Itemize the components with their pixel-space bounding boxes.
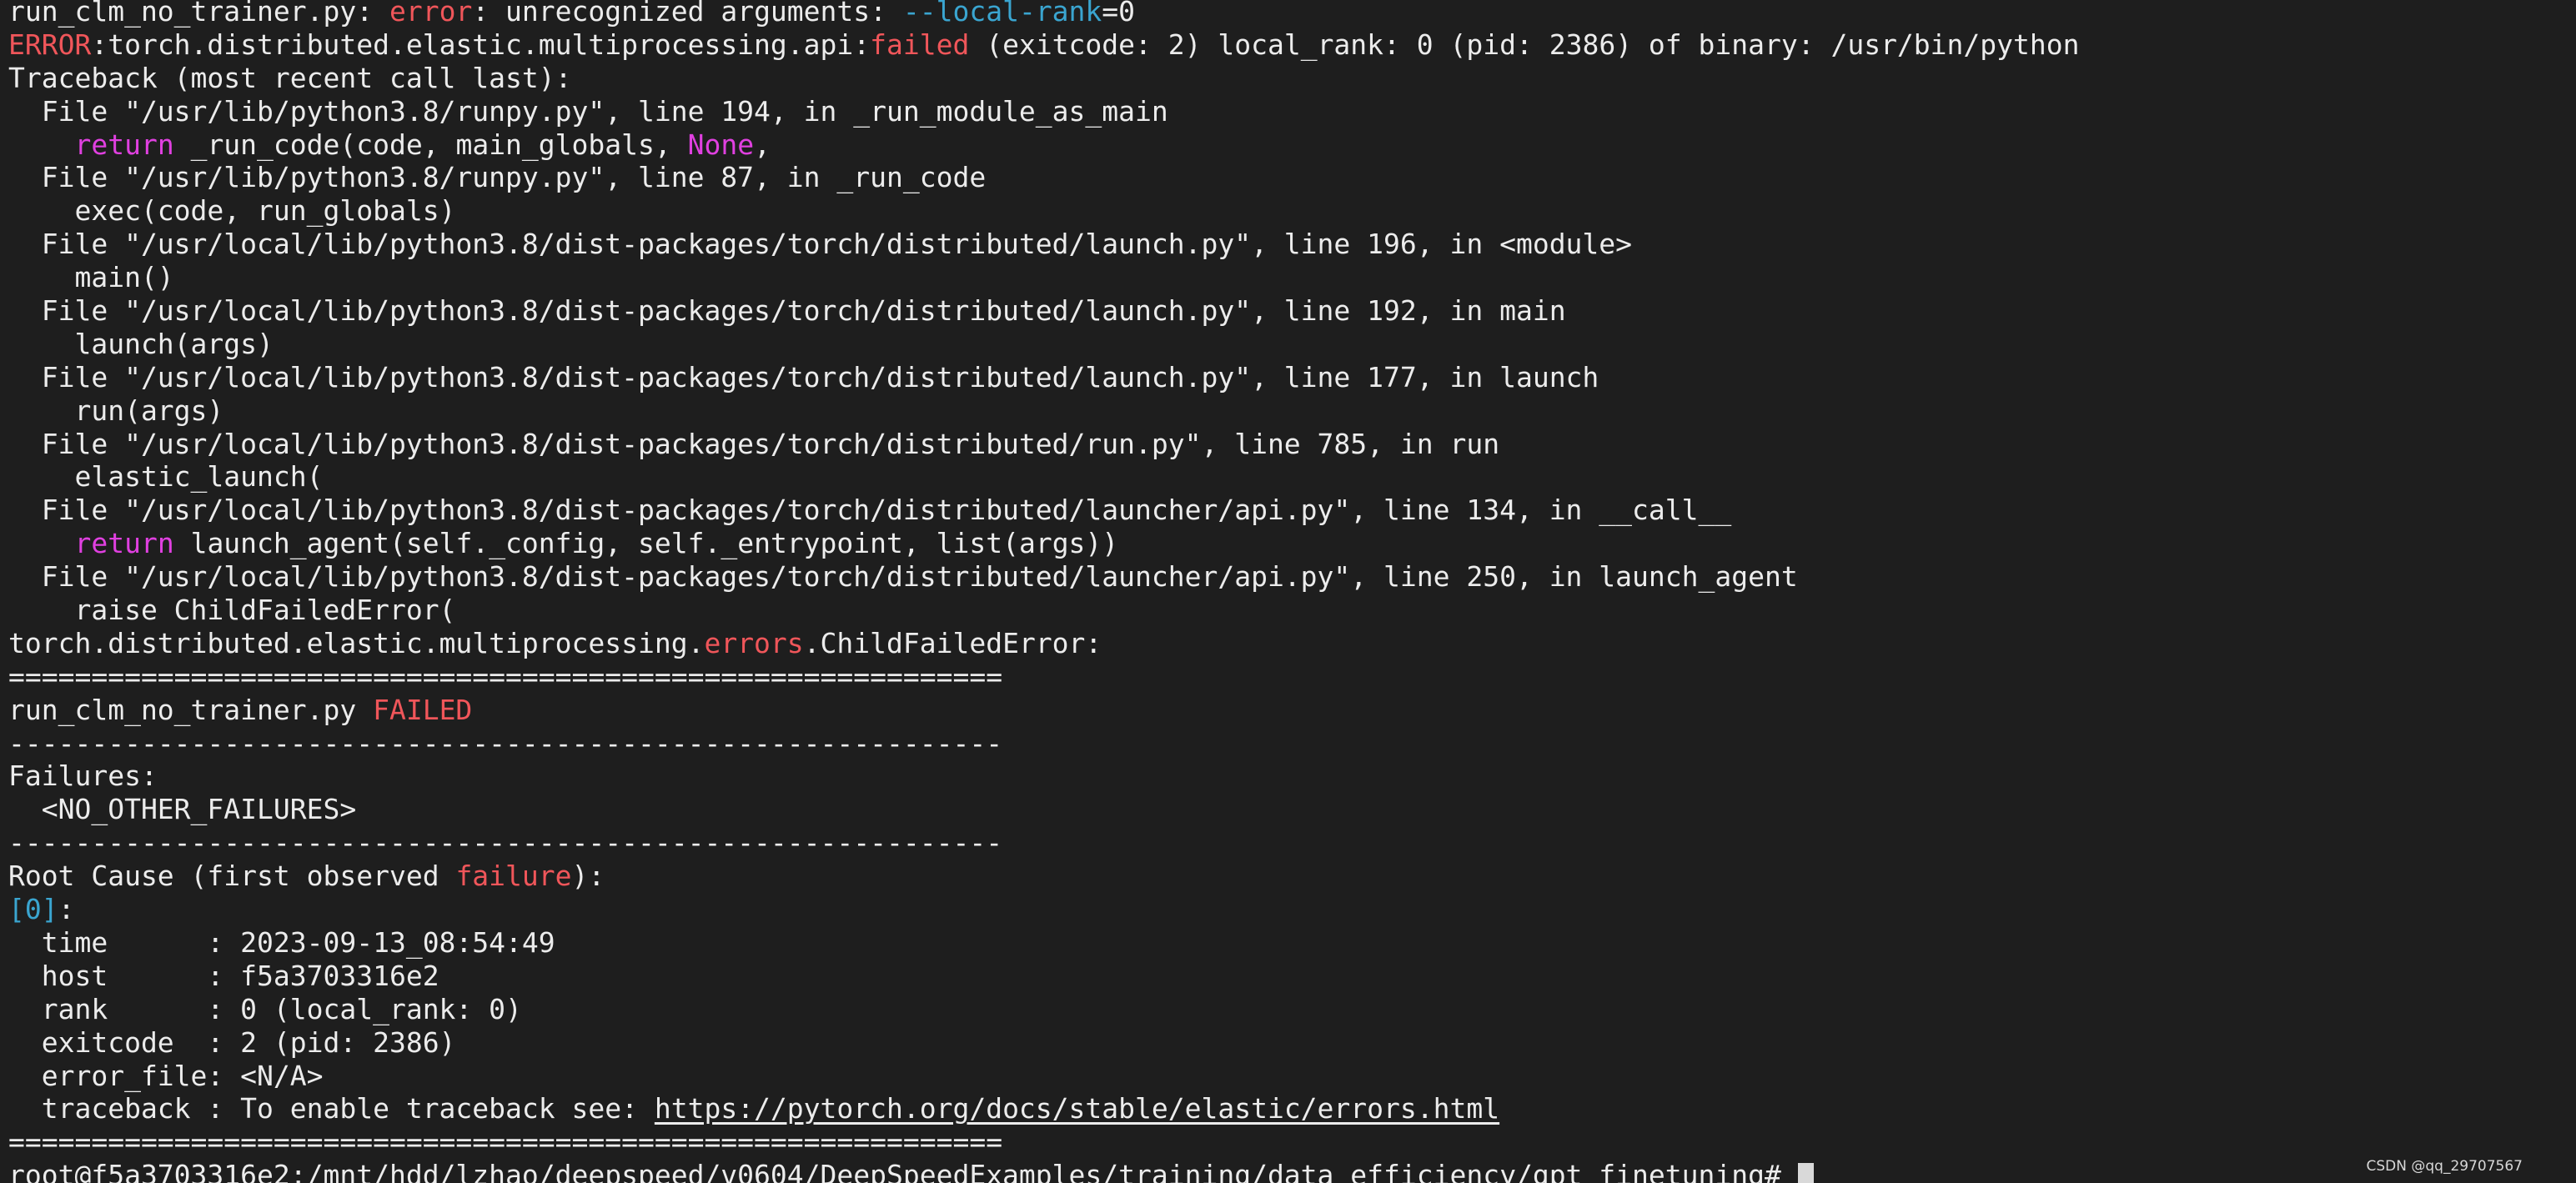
- terminal-line: return _run_code(code, main_globals, Non…: [8, 128, 2079, 162]
- terminal-line: rank : 0 (local_rank: 0): [8, 993, 2079, 1026]
- terminal-line: time : 2023-09-13_08:54:49: [8, 926, 2079, 960]
- csdn-watermark: CSDN @qq_29707567: [2366, 1158, 2523, 1175]
- terminal-text-segment: root@f5a3703316e2:/mnt/hdd/lzhao/deepspe…: [8, 1159, 1798, 1183]
- terminal-line: File "/usr/local/lib/python3.8/dist-pack…: [8, 294, 2079, 328]
- terminal-text-segment: elastic_launch(: [8, 460, 324, 494]
- terminal-line: File "/usr/local/lib/python3.8/dist-pack…: [8, 228, 2079, 261]
- terminal-text-segment: .ChildFailedError:: [803, 626, 1102, 659]
- terminal-line: exitcode : 2 (pid: 2386): [8, 1026, 2079, 1060]
- terminal-text-segment: ----------------------------------------…: [8, 826, 1003, 860]
- terminal-text-segment: failure: [455, 860, 572, 893]
- terminal-text-segment: File "/usr/local/lib/python3.8/dist-pack…: [8, 228, 1633, 261]
- terminal-text-segment: : unrecognized arguments:: [472, 0, 903, 28]
- terminal-line: File "/usr/local/lib/python3.8/dist-pack…: [8, 494, 2079, 527]
- terminal-line: run(args): [8, 394, 2079, 428]
- terminal-line: traceback : To enable traceback see: htt…: [8, 1092, 2079, 1125]
- terminal-text-segment: raise ChildFailedError(: [8, 594, 456, 627]
- terminal-text-segment: rank : 0 (local_rank: 0): [8, 992, 522, 1025]
- terminal-text-segment: exitcode : 2 (pid: 2386): [8, 1025, 456, 1059]
- terminal-line: ========================================…: [8, 660, 2079, 694]
- terminal-line: error_file: <N/A>: [8, 1060, 2079, 1093]
- terminal-line: root@f5a3703316e2:/mnt/hdd/lzhao/deepspe…: [8, 1159, 2079, 1183]
- terminal-text-segment: File "/usr/local/lib/python3.8/dist-pack…: [8, 294, 1566, 328]
- terminal-text-segment: Failures:: [8, 759, 158, 793]
- terminal-cursor: [1797, 1163, 1814, 1183]
- terminal-text-segment: --local-rank: [902, 0, 1102, 28]
- terminal-text-segment: torch.distributed.elastic.multiprocessin…: [8, 626, 705, 659]
- terminal-line: [0]:: [8, 893, 2079, 926]
- terminal-text-segment: run_clm_no_trainer.py: [8, 693, 374, 726]
- terminal-output: run_clm_no_trainer.py: error: unrecogniz…: [8, 0, 2079, 1183]
- terminal-text-segment: return: [74, 527, 174, 560]
- terminal-line: exec(code, run_globals): [8, 194, 2079, 228]
- terminal-text-segment: Traceback (most recent call last):: [8, 61, 572, 94]
- terminal-line: File "/usr/lib/python3.8/runpy.py", line…: [8, 161, 2079, 194]
- terminal-line: File "/usr/local/lib/python3.8/dist-pack…: [8, 361, 2079, 394]
- terminal-text-segment: failed: [870, 28, 970, 61]
- terminal-line: File "/usr/lib/python3.8/runpy.py", line…: [8, 95, 2079, 128]
- terminal-text-segment: <NO_OTHER_FAILURES>: [8, 793, 357, 826]
- terminal-line: elastic_launch(: [8, 460, 2079, 494]
- terminal-text-segment: exec(code, run_globals): [8, 194, 456, 228]
- terminal-text-segment: return: [74, 128, 174, 161]
- terminal-text-segment: ========================================…: [8, 1125, 1003, 1159]
- terminal-line: run_clm_no_trainer.py: error: unrecogniz…: [8, 0, 2079, 28]
- terminal-line: File "/usr/local/lib/python3.8/dist-pack…: [8, 560, 2079, 594]
- terminal-text-segment: traceback : To enable traceback see:: [8, 1092, 655, 1125]
- terminal-text-segment: launch_agent(self._config, self._entrypo…: [173, 527, 1119, 560]
- terminal-text-segment: errors: [704, 626, 804, 659]
- terminal-text-segment: _run_code(code, main_globals,: [173, 128, 688, 161]
- terminal-text-segment: run(args): [8, 393, 224, 427]
- traceback-docs-link[interactable]: https://pytorch.org/docs/stable/elastic/…: [655, 1092, 1499, 1125]
- terminal-text-segment: ----------------------------------------…: [8, 726, 1003, 759]
- terminal-window[interactable]: run_clm_no_trainer.py: error: unrecogniz…: [0, 0, 2576, 1183]
- terminal-text-segment: ,: [754, 128, 771, 161]
- terminal-line: Root Cause (first observed failure):: [8, 860, 2079, 893]
- terminal-line: Failures:: [8, 759, 2079, 793]
- terminal-line: launch(args): [8, 328, 2079, 361]
- terminal-text-segment: FAILED: [373, 693, 473, 726]
- terminal-line: ----------------------------------------…: [8, 727, 2079, 760]
- terminal-text-segment: time : 2023-09-13_08:54:49: [8, 925, 555, 959]
- terminal-text-segment: File "/usr/lib/python3.8/runpy.py", line…: [8, 94, 1168, 128]
- terminal-line: <NO_OTHER_FAILURES>: [8, 793, 2079, 826]
- terminal-text-segment: Root Cause (first observed: [8, 860, 456, 893]
- terminal-text-segment: :torch.distributed.elastic.multiprocessi…: [91, 28, 871, 61]
- terminal-text-segment: error: [389, 0, 473, 28]
- terminal-line: ========================================…: [8, 1125, 2079, 1159]
- terminal-text-segment: ERROR: [8, 28, 92, 61]
- terminal-text-segment: File "/usr/local/lib/python3.8/dist-pack…: [8, 427, 1500, 460]
- terminal-line: raise ChildFailedError(: [8, 594, 2079, 627]
- terminal-line: ERROR:torch.distributed.elastic.multipro…: [8, 28, 2079, 62]
- terminal-text-segment: File "/usr/local/lib/python3.8/dist-pack…: [8, 494, 1732, 527]
- terminal-text-segment: main(): [8, 261, 174, 294]
- terminal-text-segment: run_clm_no_trainer.py:: [8, 0, 389, 28]
- terminal-line: Traceback (most recent call last):: [8, 62, 2079, 95]
- terminal-text-segment: (exitcode: 2) local_rank: 0 (pid: 2386) …: [969, 28, 2080, 61]
- terminal-text-segment: File "/usr/local/lib/python3.8/dist-pack…: [8, 560, 1798, 594]
- terminal-line: return launch_agent(self._config, self._…: [8, 527, 2079, 560]
- terminal-line: ----------------------------------------…: [8, 826, 2079, 860]
- terminal-text-segment: launch(args): [8, 327, 274, 360]
- terminal-text-segment: :: [58, 893, 75, 926]
- terminal-text-segment: [0]: [8, 893, 58, 926]
- terminal-text-segment: None: [687, 128, 755, 161]
- terminal-line: torch.distributed.elastic.multiprocessin…: [8, 627, 2079, 660]
- terminal-text-segment: File "/usr/lib/python3.8/runpy.py", line…: [8, 161, 987, 194]
- terminal-line: main(): [8, 261, 2079, 294]
- terminal-text-segment: =0: [1102, 0, 1136, 28]
- terminal-text-segment: ):: [571, 860, 605, 893]
- terminal-text-segment: error_file: <N/A>: [8, 1059, 324, 1092]
- terminal-line: run_clm_no_trainer.py FAILED: [8, 694, 2079, 727]
- terminal-line: host : f5a3703316e2: [8, 960, 2079, 993]
- terminal-text-segment: host : f5a3703316e2: [8, 959, 439, 992]
- terminal-text-segment: ========================================…: [8, 659, 1003, 693]
- terminal-line: File "/usr/local/lib/python3.8/dist-pack…: [8, 428, 2079, 461]
- terminal-text-segment: File "/usr/local/lib/python3.8/dist-pack…: [8, 360, 1599, 393]
